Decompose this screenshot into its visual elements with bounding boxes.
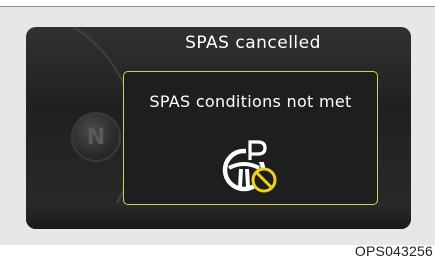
status-title: SPAS cancelled (185, 33, 321, 53)
image-code: OPS043256 (354, 243, 433, 259)
gear-letter: N (86, 124, 106, 150)
gear-indicator: N (71, 112, 121, 162)
instrument-cluster-display: N SPAS cancelled SPAS conditions not met (26, 27, 411, 229)
cluster-bottom-band (26, 203, 411, 229)
steering-wheel-parking-prohibited-icon (222, 140, 277, 193)
warning-message-box: SPAS conditions not met (123, 71, 378, 205)
warning-message: SPAS conditions not met (149, 92, 352, 111)
